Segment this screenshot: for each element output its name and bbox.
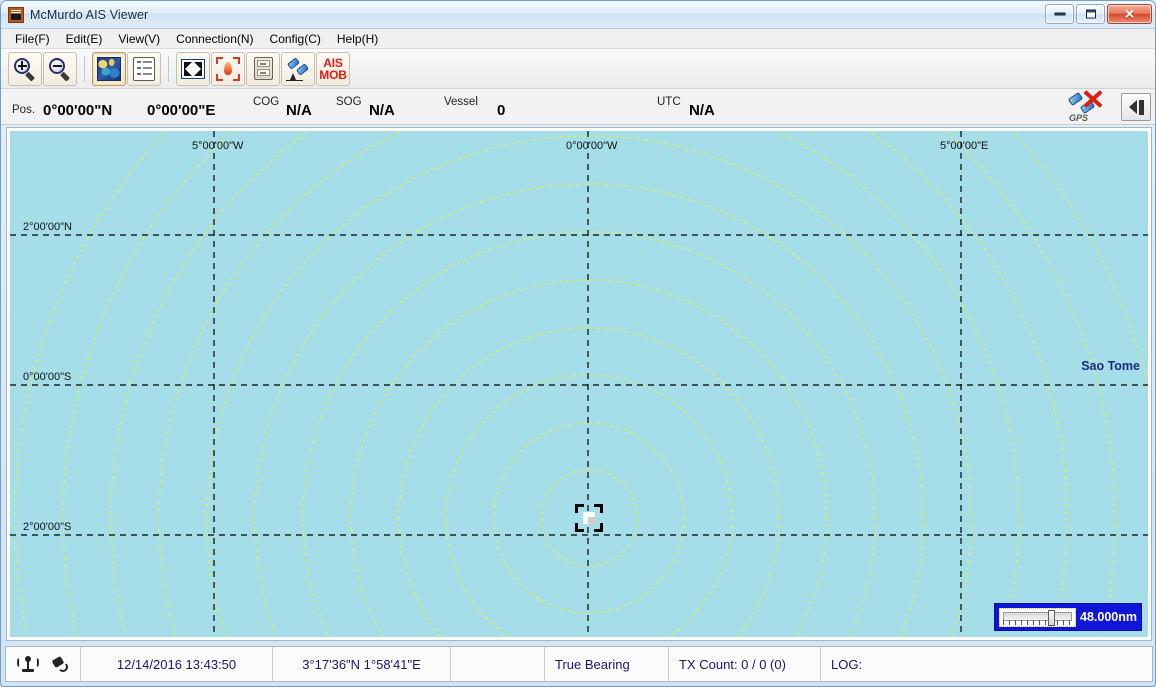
scale-slider[interactable] bbox=[999, 607, 1077, 627]
sog-label: SOG bbox=[336, 96, 362, 108]
lat-label-north: 2°00'00"N bbox=[23, 221, 72, 233]
status-datetime: 12/14/2016 13:43:50 bbox=[81, 647, 273, 681]
fit-extent-button[interactable] bbox=[176, 51, 210, 86]
lon-label-west: 5°00'00"W bbox=[192, 140, 244, 152]
lon-label-east: 5°00'00"E bbox=[940, 140, 989, 152]
utc-value: N/A bbox=[689, 102, 715, 119]
vessel-label: Vessel bbox=[444, 96, 478, 108]
latitude-value: 0°00'00"N bbox=[43, 102, 113, 119]
list-view-icon bbox=[133, 56, 155, 81]
menu-config[interactable]: Config(C) bbox=[262, 30, 329, 48]
map-view-button[interactable] bbox=[92, 51, 126, 86]
chart-canvas[interactable]: 5°00'00"W 0°00'00"W 5°00'00"E 2°00'00"N … bbox=[10, 131, 1148, 637]
utc-label: UTC bbox=[657, 96, 681, 108]
panel-collapse-icon bbox=[1128, 100, 1137, 114]
menu-connection[interactable]: Connection(N) bbox=[168, 30, 261, 48]
longitude-value: 0°00'00"E bbox=[147, 102, 216, 119]
cog-value: N/A bbox=[286, 102, 312, 119]
archive-button[interactable] bbox=[246, 51, 280, 86]
zoom-in-button[interactable] bbox=[8, 51, 42, 86]
maximize-icon bbox=[1085, 9, 1096, 19]
gps-icon-label: GPS bbox=[1069, 113, 1089, 123]
lat-label-south: 2°00'00"S bbox=[23, 521, 72, 533]
status-bearing-mode[interactable]: True Bearing bbox=[545, 647, 669, 681]
target-alarm-icon bbox=[216, 56, 240, 81]
ais-mob-icon: AIS MOB bbox=[319, 57, 347, 82]
status-icons bbox=[6, 647, 81, 681]
scale-widget[interactable]: 48.000nm bbox=[994, 603, 1142, 631]
gps-status-icon[interactable]: GPS bbox=[1067, 90, 1110, 123]
ais-mob-button[interactable]: AIS MOB bbox=[316, 51, 350, 86]
minimize-icon bbox=[1054, 12, 1065, 16]
satellite-icon[interactable] bbox=[48, 654, 68, 674]
scale-slider-thumb[interactable] bbox=[1048, 609, 1055, 626]
lat-label-zero: 0°00'00"S bbox=[23, 371, 72, 383]
cog-label: COG bbox=[253, 96, 280, 108]
range-rings bbox=[14, 131, 1148, 637]
toolbar-separator-2 bbox=[168, 55, 169, 82]
chart-panel: 5°00'00"W 0°00'00"W 5°00'00"E 2°00'00"N … bbox=[6, 127, 1152, 641]
place-label-sao-tome: Sao Tome bbox=[1081, 359, 1140, 373]
chart-graphics bbox=[10, 131, 1148, 637]
status-cursor-position: 3°17'36"N 1°58'41"E bbox=[273, 647, 451, 681]
satellite-signal-button[interactable] bbox=[281, 51, 315, 86]
title-bar: McMurdo AIS Viewer ✕ bbox=[1, 1, 1155, 29]
close-icon: ✕ bbox=[1124, 6, 1135, 22]
ais-mob-line2: MOB bbox=[319, 67, 347, 82]
minimize-button[interactable] bbox=[1045, 4, 1074, 24]
antenna-icon[interactable] bbox=[17, 654, 39, 674]
close-button[interactable]: ✕ bbox=[1107, 4, 1152, 24]
scale-value: 48.000nm bbox=[1080, 610, 1137, 624]
zoom-in-icon bbox=[13, 57, 37, 81]
status-blank-cell bbox=[451, 647, 545, 681]
target-alarm-button[interactable] bbox=[211, 51, 245, 86]
zoom-out-icon bbox=[48, 57, 72, 81]
list-view-button[interactable] bbox=[127, 51, 161, 86]
menu-help[interactable]: Help(H) bbox=[329, 30, 386, 48]
pos-label: Pos. bbox=[12, 104, 36, 116]
window-controls: ✕ bbox=[1045, 4, 1152, 24]
vessel-value: 0 bbox=[497, 102, 506, 119]
menu-bar: File(F) Edit(E) View(V) Connection(N) Co… bbox=[1, 29, 1155, 49]
sog-value: N/A bbox=[369, 102, 395, 119]
status-bar: 12/14/2016 13:43:50 3°17'36"N 1°58'41"E … bbox=[5, 646, 1153, 682]
map-view-icon bbox=[97, 56, 121, 81]
status-log: LOG: bbox=[831, 656, 863, 672]
lon-label-zero: 0°00'00"W bbox=[566, 140, 618, 152]
toolbar: AIS MOB bbox=[1, 49, 1155, 89]
application-window: McMurdo AIS Viewer ✕ File(F) Edit(E) Vie… bbox=[0, 0, 1156, 687]
navigation-info-bar: Pos. 0°00'00"N 0°00'00"E COG N/A SOG N/A… bbox=[1, 89, 1155, 125]
archive-icon bbox=[253, 57, 273, 80]
toolbar-separator-1 bbox=[84, 55, 85, 82]
app-icon bbox=[8, 6, 24, 23]
zoom-out-button[interactable] bbox=[43, 51, 77, 86]
menu-edit[interactable]: Edit(E) bbox=[58, 30, 111, 48]
window-title: McMurdo AIS Viewer bbox=[30, 7, 149, 22]
own-ship-marker[interactable] bbox=[575, 504, 603, 532]
maximize-button[interactable] bbox=[1076, 4, 1105, 24]
panel-toggle-button[interactable] bbox=[1121, 93, 1151, 121]
menu-view[interactable]: View(V) bbox=[110, 30, 168, 48]
status-tx-count: TX Count: 0 / 0 (0) bbox=[669, 647, 821, 681]
fit-extent-icon bbox=[181, 58, 205, 79]
menu-file[interactable]: File(F) bbox=[7, 30, 58, 48]
satellite-signal-icon bbox=[285, 56, 311, 81]
